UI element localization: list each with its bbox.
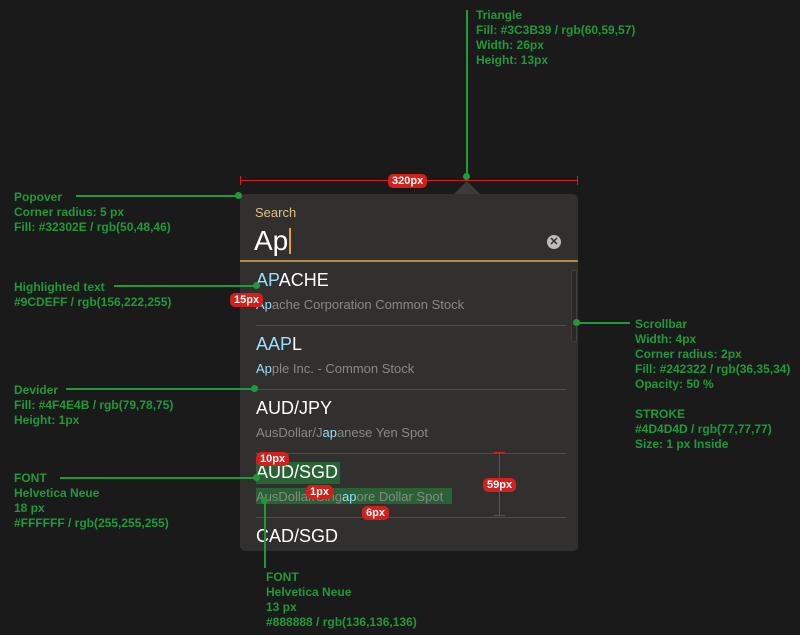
- symbol-rest: CAD/SGD: [256, 526, 339, 546]
- row-height-tick-bottom: [494, 515, 505, 516]
- annotation-line: Devider: [14, 383, 59, 397]
- desc-rest: ple Inc. - Common Stock: [271, 361, 415, 376]
- scrollbar[interactable]: [571, 270, 577, 342]
- annotation-line: Triangle: [476, 8, 523, 22]
- divider-leader-dot: [251, 385, 258, 392]
- gap-measure-badge-mid: 1px: [306, 485, 333, 499]
- symbol-rest: ACHE: [278, 270, 329, 290]
- row-height-tick-top: [494, 452, 505, 453]
- row-height-badge: 59px: [483, 478, 517, 492]
- annotation-line: Size: 1 px Inside: [635, 437, 729, 451]
- result-symbol: AAPL: [256, 334, 302, 355]
- annotation-line: Fill: #32302E / rgb(50,48,46): [14, 220, 171, 234]
- desc-pre: AusDollar/J: [256, 425, 323, 440]
- result-symbol: AUD/JPY: [256, 398, 332, 419]
- annotation-line: FONT: [14, 471, 47, 485]
- annotation-line: Fill: #242322 / rgb(36,35,34): [635, 362, 791, 376]
- scrollbar-annotation: Scrollbar Width: 4px Corner radius: 2px …: [635, 317, 790, 452]
- annotation-line: #4D4D4D / rgb(77,77,77): [635, 422, 772, 436]
- symbol-highlight: AAP: [256, 334, 293, 354]
- annotation-line: FONT: [266, 570, 299, 584]
- result-symbol: APACHE: [256, 270, 329, 291]
- padding-measure-badge: 15px: [230, 293, 264, 307]
- result-row-audjpy[interactable]: AUD/JPY AusDollar/Japanese Yen Spot: [240, 390, 578, 453]
- width-measure-tick-right: [577, 176, 578, 185]
- result-row-apache[interactable]: APACHE Apache Corporation Common Stock: [240, 262, 578, 325]
- annotation-line: Height: 13px: [476, 53, 549, 67]
- result-description: AusDollar/Japanese Yen Spot: [256, 425, 428, 440]
- annotation-line: Fill: #3C3B39 / rgb(60,59,57): [476, 23, 636, 37]
- desc-rest: anese Yen Spot: [336, 425, 429, 440]
- highlighted-text-annotation: Highlighted text #9CDEFF / rgb(156,222,2…: [14, 280, 171, 310]
- results-list: APACHE Apache Corporation Common Stock A…: [240, 262, 578, 551]
- annotation-line: Popover: [14, 190, 63, 204]
- font-sub-leader-dot: [261, 497, 268, 504]
- annotation-line: Opacity: 50 %: [635, 377, 714, 391]
- annotation-line: Highlighted text: [14, 280, 105, 294]
- triangle-leader-line: [466, 10, 468, 176]
- search-input-value: Ap: [254, 225, 289, 256]
- font-main-annotation: FONT Helvetica Neue 18 px #FFFFFF / rgb(…: [14, 471, 169, 531]
- annotation-line: #FFFFFF / rgb(255,255,255): [14, 516, 169, 530]
- annotation-line: #888888 / rgb(136,136,136): [266, 615, 417, 629]
- annotation-line: Helvetica Neue: [14, 486, 100, 500]
- divider-annotation: Devider Fill: #4F4E4B / rgb(79,78,75) He…: [14, 383, 173, 428]
- clear-icon[interactable]: ✕: [547, 235, 561, 249]
- font-main-leader-dot: [253, 474, 260, 481]
- search-label: Search: [255, 205, 297, 220]
- symbol-rest: L: [292, 334, 303, 354]
- desc-rest: ache Corporation Common Stock: [271, 297, 465, 312]
- annotation-line: 18 px: [14, 501, 45, 515]
- desc-highlight: Ap: [256, 361, 272, 376]
- result-description: Apache Corporation Common Stock: [256, 297, 464, 312]
- highlight-leader-dot: [253, 282, 260, 289]
- popover-triangle: [454, 181, 480, 194]
- annotation-line: Fill: #4F4E4B / rgb(79,78,75): [14, 398, 174, 412]
- search-input[interactable]: Ap: [254, 224, 292, 258]
- result-description: AusDollar/Singapore Dollar Spot: [256, 489, 443, 504]
- gap-measure-badge-bottom: 6px: [362, 506, 389, 520]
- font-sub-leader-line: [264, 500, 266, 568]
- width-measure-tick-left: [240, 176, 241, 185]
- triangle-leader-dot: [463, 173, 470, 180]
- desc-highlight: ap: [322, 425, 337, 440]
- result-description: Apple Inc. - Common Stock: [256, 361, 414, 376]
- result-row-cadsgd[interactable]: CAD/SGD: [240, 518, 578, 551]
- search-popover: Search Ap ✕ APACHE Apache Corporation Co…: [240, 194, 578, 551]
- scrollbar-leader-line: [578, 322, 630, 324]
- annotation-line: #9CDEFF / rgb(156,222,255): [14, 295, 172, 309]
- result-symbol: CAD/SGD: [256, 526, 338, 547]
- gap-measure-badge-top: 10px: [256, 452, 290, 466]
- annotation-line: Corner radius: 5 px: [14, 205, 125, 219]
- annotation-line: Height: 1px: [14, 413, 80, 427]
- result-row-aapl[interactable]: AAPL Apple Inc. - Common Stock: [240, 326, 578, 389]
- popover-annotation: Popover Corner radius: 5 px Fill: #32302…: [14, 190, 171, 235]
- annotation-line: Width: 4px: [635, 332, 697, 346]
- symbol-rest: AUD/JPY: [256, 398, 333, 418]
- annotation-line: Helvetica Neue: [266, 585, 352, 599]
- annotation-line: Scrollbar: [635, 317, 688, 331]
- annotation-spacer: [635, 392, 790, 407]
- triangle-annotation: Triangle Fill: #3C3B39 / rgb(60,59,57) W…: [476, 8, 635, 68]
- result-row-audsgd[interactable]: AUD/SGD AusDollar/Singapore Dollar Spot: [240, 454, 578, 517]
- desc-highlight: ap: [342, 489, 357, 504]
- text-caret: [289, 228, 292, 254]
- desc-rest: ore Dollar Spot: [356, 489, 444, 504]
- annotation-line: Corner radius: 2px: [635, 347, 742, 361]
- annotation-line: STROKE: [635, 407, 686, 421]
- width-measure-badge: 320px: [388, 174, 428, 188]
- annotation-line: 13 px: [266, 600, 297, 614]
- popover-leader-dot: [235, 192, 242, 199]
- scrollbar-leader-dot: [573, 319, 580, 326]
- font-sub-annotation: FONT Helvetica Neue 13 px #888888 / rgb(…: [266, 570, 417, 630]
- annotation-line: Width: 26px: [476, 38, 544, 52]
